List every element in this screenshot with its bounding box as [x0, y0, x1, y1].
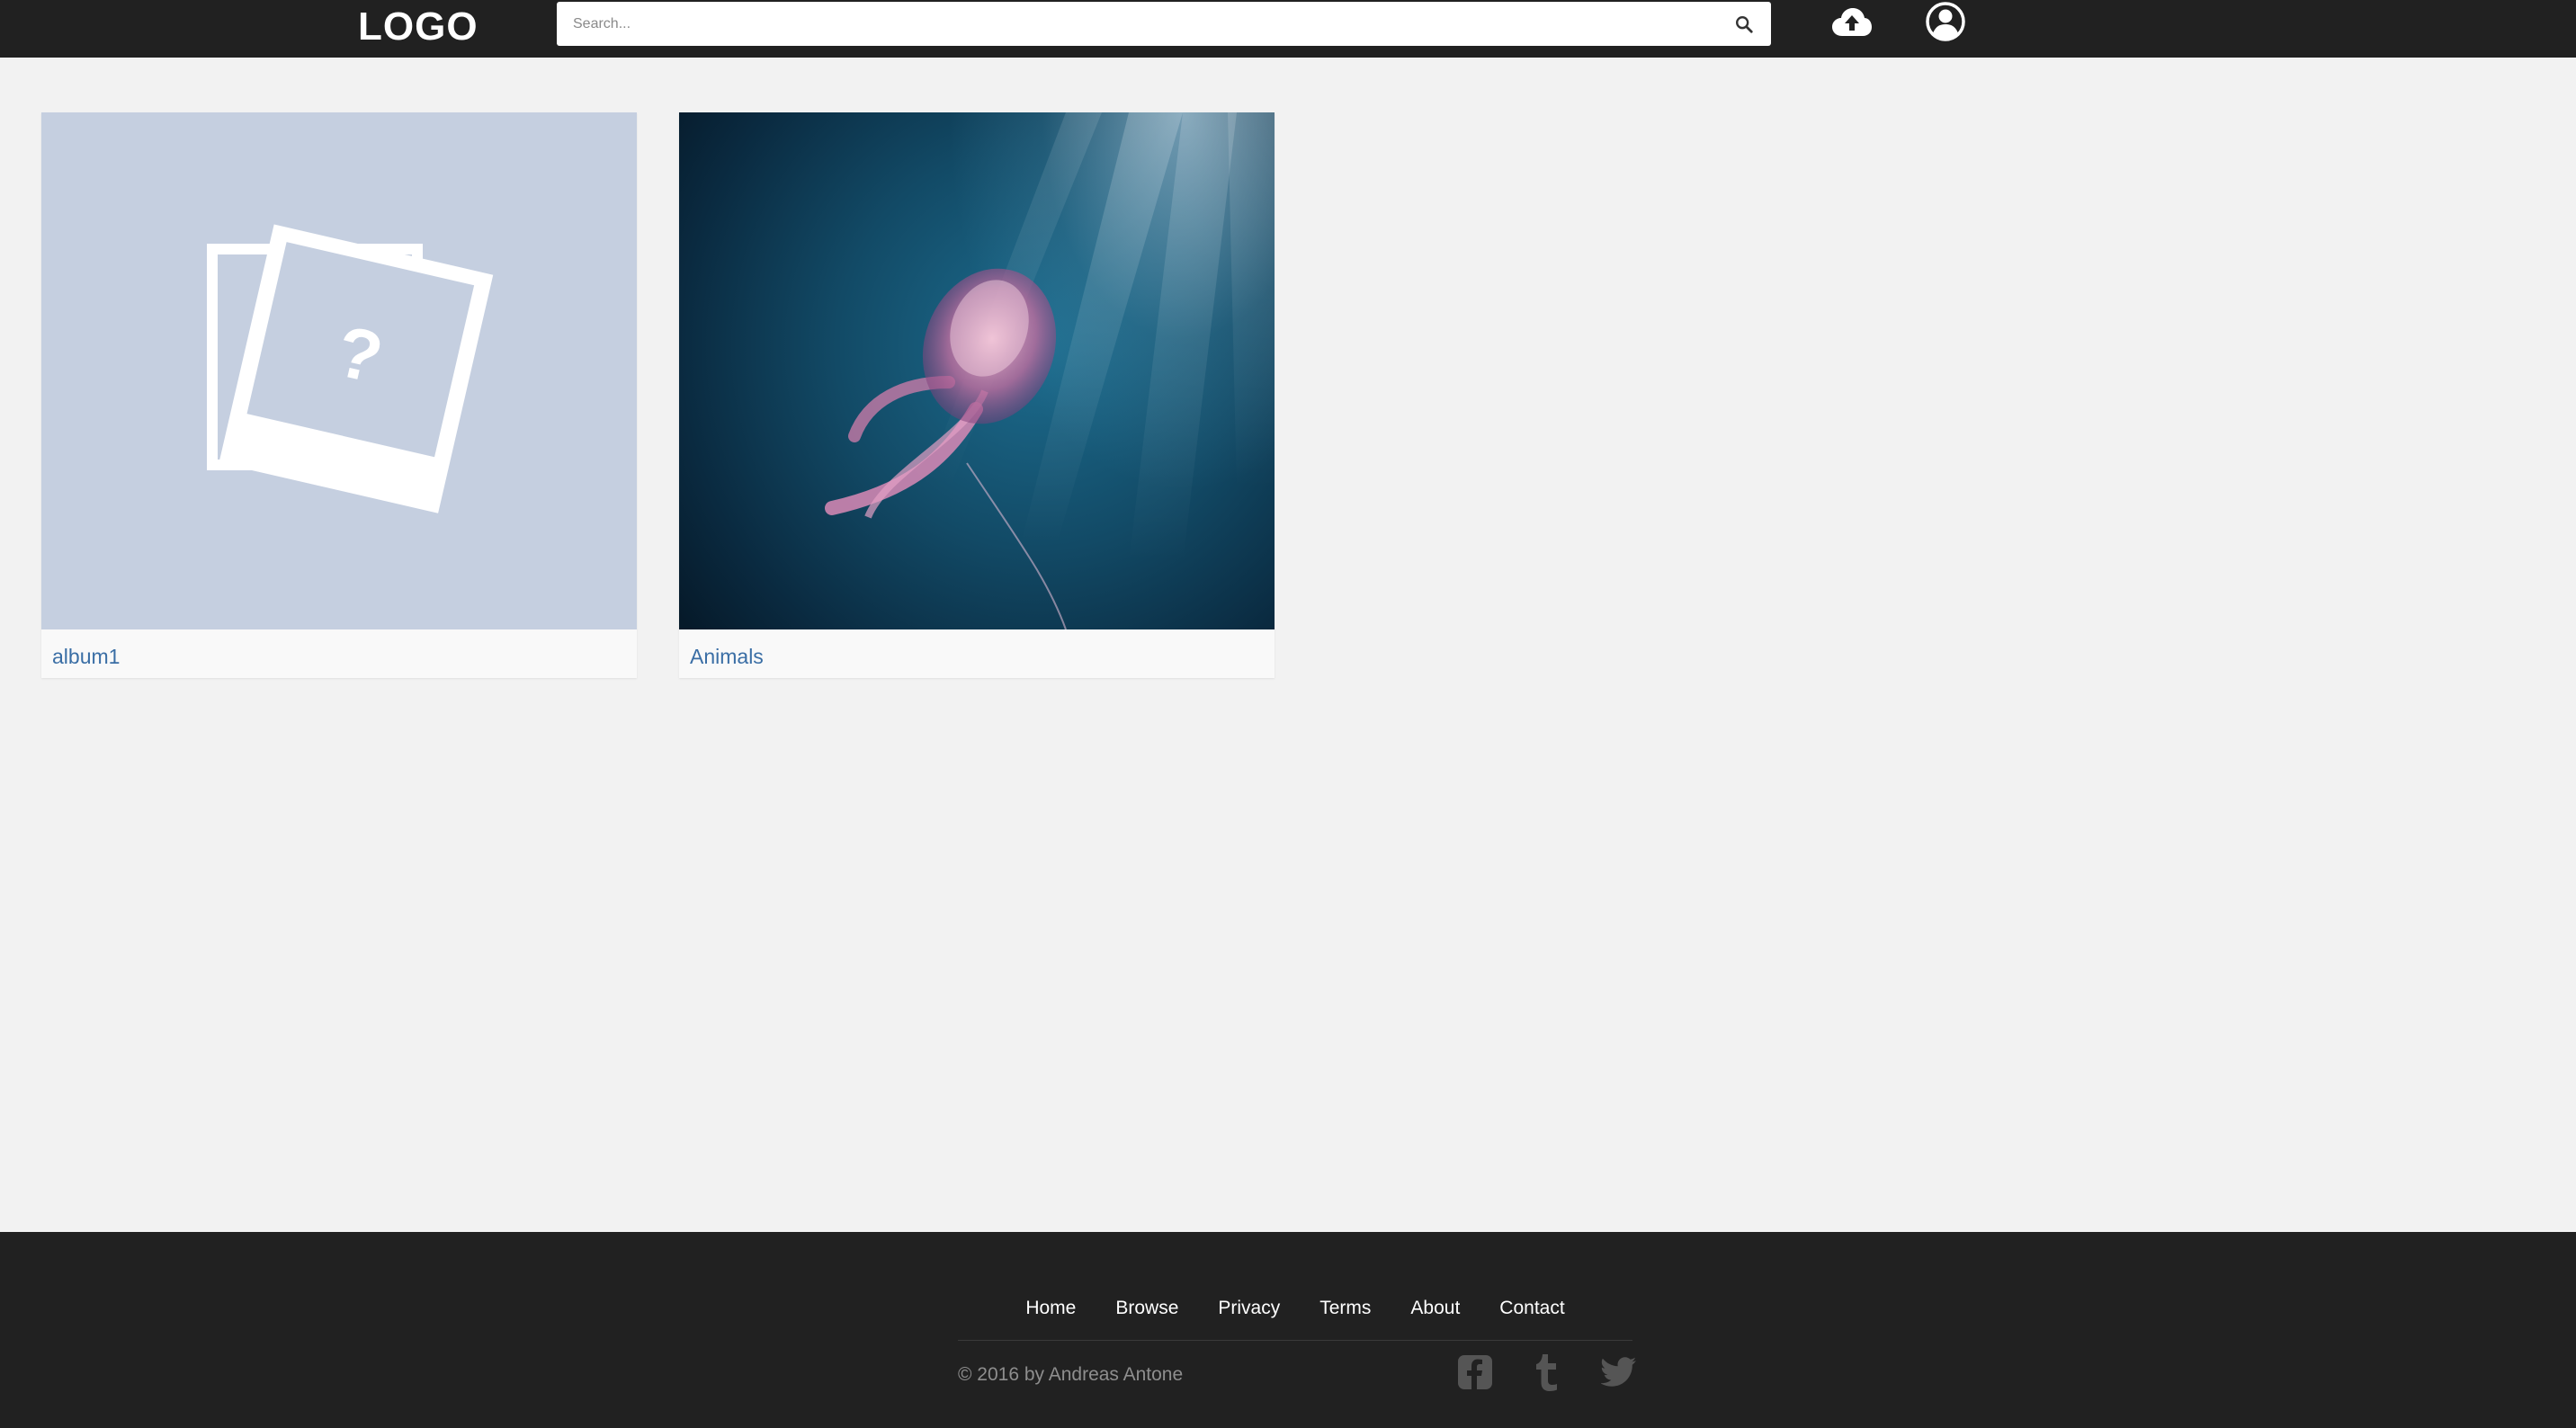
tumblr-icon: [1536, 1354, 1557, 1391]
search-icon: [1736, 16, 1753, 33]
footer-link-privacy[interactable]: Privacy: [1198, 1286, 1300, 1340]
user-account-button[interactable]: [1925, 0, 1966, 43]
footer-link-terms[interactable]: Terms: [1300, 1286, 1391, 1340]
site-logo[interactable]: LOGO: [358, 4, 479, 50]
footer-link-home[interactable]: Home: [1006, 1286, 1096, 1340]
user-circle-icon: [1926, 2, 1965, 41]
facebook-link[interactable]: [1457, 1354, 1493, 1390]
placeholder-photo-icon: ?: [207, 224, 494, 513]
footer-link-about[interactable]: About: [1391, 1286, 1480, 1340]
search-input[interactable]: [557, 2, 1717, 46]
tumblr-link[interactable]: [1534, 1352, 1561, 1392]
album-thumbnail: ?: [41, 112, 637, 629]
footer-link-browse[interactable]: Browse: [1096, 1286, 1198, 1340]
album-thumbnail: [679, 112, 1275, 629]
footer-nav: Home Browse Privacy Terms About Contact: [958, 1286, 1632, 1341]
copyright-text: © 2016 by Andreas Antone: [958, 1364, 1184, 1385]
twitter-icon: [1601, 1357, 1636, 1387]
search-bar: [557, 2, 1771, 46]
twitter-link[interactable]: [1601, 1357, 1637, 1388]
social-links: [1457, 1345, 1637, 1399]
upload-button[interactable]: [1829, 0, 1874, 45]
jellyfish-photo: [825, 112, 1275, 629]
search-button[interactable]: [1731, 12, 1757, 37]
cloud-upload-icon: [1832, 8, 1872, 36]
top-navbar: LOGO: [0, 0, 2576, 58]
footer-link-contact[interactable]: Contact: [1480, 1286, 1584, 1340]
facebook-icon: [1458, 1355, 1492, 1389]
album-card[interactable]: ? album1: [41, 112, 637, 678]
album-card[interactable]: Animals: [679, 112, 1275, 678]
album-title[interactable]: album1: [52, 638, 120, 674]
site-footer: Home Browse Privacy Terms About Contact …: [0, 1232, 2576, 1428]
album-title[interactable]: Animals: [690, 638, 764, 674]
